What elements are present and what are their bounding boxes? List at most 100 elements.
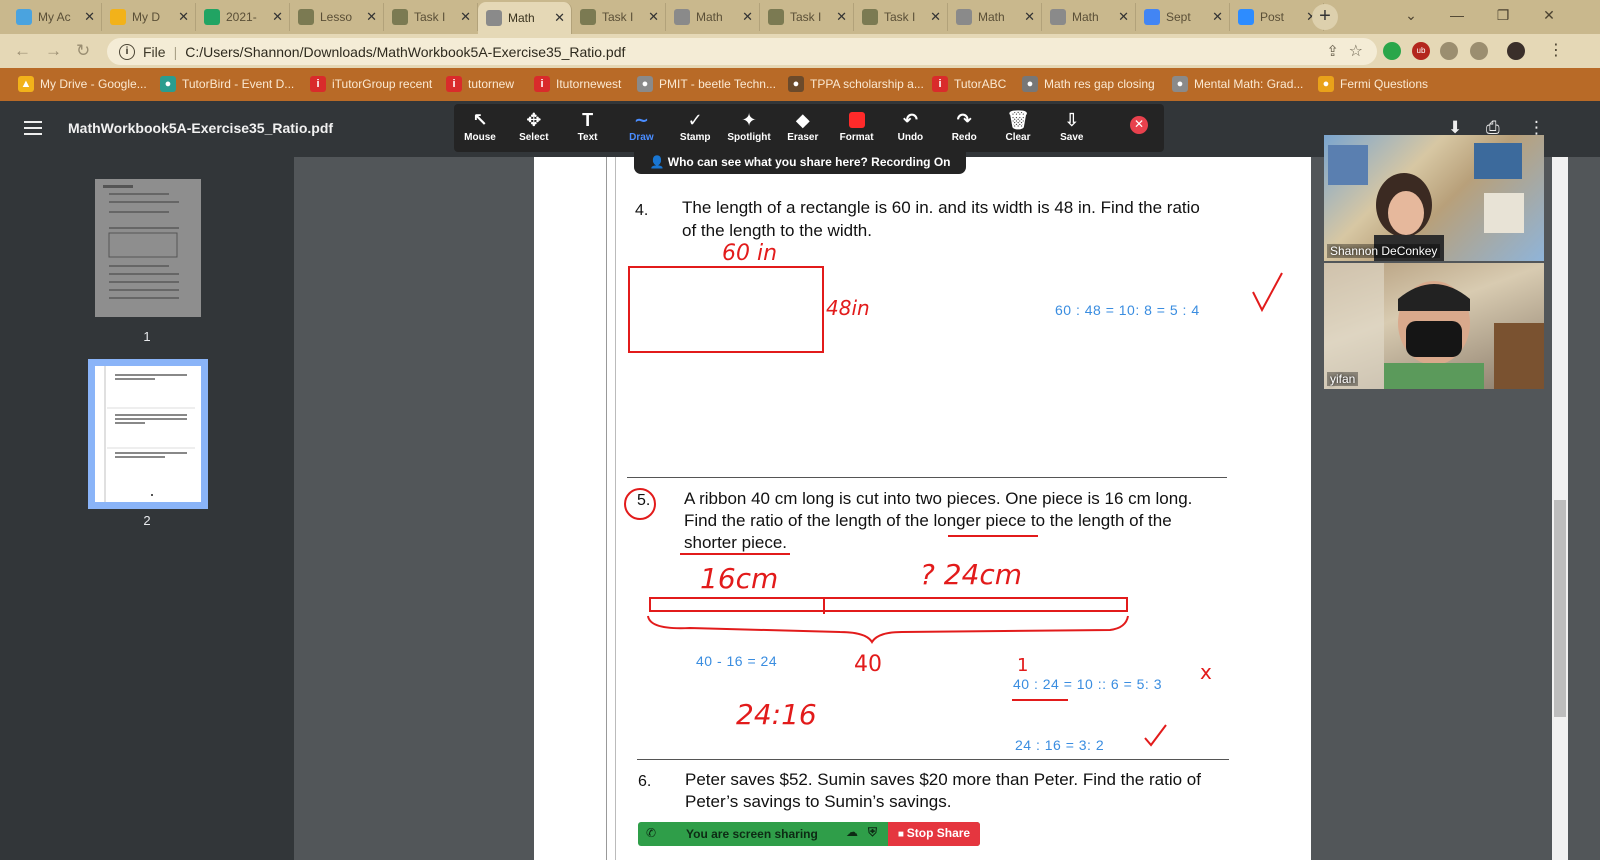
bookmark-item[interactable]: ● Mental Math: Grad... [1172,76,1303,92]
annotate-text-button[interactable]: T Text [561,108,615,143]
bookmark-item[interactable]: i tutornew [446,76,514,92]
question-4-line-2: of the length to the width. [682,221,872,240]
browser-tab[interactable]: Task I ✕ [384,3,478,31]
tab-label: Math [978,10,1005,24]
page-thumbnail-1[interactable] [95,179,201,317]
annotate-redo-button[interactable]: ↷ Redo [937,108,991,143]
underline-40 [1012,699,1068,701]
restore-button[interactable]: ❐ [1480,0,1526,32]
bookmark-item[interactable]: i iTutorGroup recent [310,76,432,92]
extension-icon-2[interactable] [1440,42,1458,60]
browser-tab[interactable]: Math ✕ [948,3,1042,31]
select-label: Select [519,132,549,143]
browser-tab[interactable]: Task I ✕ [760,3,854,31]
browser-tab[interactable]: My D ✕ [102,3,196,31]
tab-search-icon[interactable]: ⌄ [1388,0,1434,32]
share-visibility-text: Who can see what you share here? Recordi… [667,155,951,169]
tab-close-icon[interactable]: ✕ [84,9,95,25]
forward-icon[interactable]: → [45,41,62,61]
menu-icon[interactable] [24,121,42,135]
browser-tab[interactable]: My Ac ✕ [8,3,102,31]
browser-tab[interactable]: Task I ✕ [854,3,948,31]
annotate-eraser-button[interactable]: ◆ Eraser [776,108,830,143]
extension-icon[interactable] [1383,42,1401,60]
tab-close-icon[interactable]: ✕ [648,9,659,25]
tab-close-icon[interactable]: ✕ [1118,9,1129,25]
format-icon [830,108,884,132]
browser-tab[interactable]: Math ✕ [666,3,760,31]
tab-label: Task I [414,10,446,24]
browser-tab[interactable]: 2021- ✕ [196,3,290,31]
drawn-rectangle [628,266,824,353]
share-visibility-notice[interactable]: 👤 Who can see what you share here? Recor… [634,152,966,174]
bookmark-item[interactable]: ● Math res gap closing [1022,76,1155,92]
annotate-format-button[interactable]: Format [830,108,884,143]
draw-label: Draw [629,132,654,143]
page-thumbnail-2-selected[interactable] [88,359,208,509]
annotate-mouse-button[interactable]: ↖ Mouse [453,108,507,143]
annotate-clear-button[interactable]: 🗑 Clear [991,108,1045,143]
page-thumbnail-2[interactable] [95,366,201,502]
minimize-button[interactable]: — [1434,0,1480,32]
browser-tab[interactable]: Math ✕ [478,2,572,34]
annotate-save-button[interactable]: ⇩ Save [1045,108,1099,143]
stop-share-button[interactable]: ■ Stop Share [888,822,980,846]
tab-close-icon[interactable]: ✕ [1024,9,1035,25]
tab-favicon-icon [674,9,690,25]
browser-tab[interactable]: Math ✕ [1042,3,1136,31]
participant-video-1[interactable]: Shannon DeConkey [1324,135,1544,261]
bookmark-item[interactable]: ● TPPA scholarship a... [788,76,924,92]
bookmark-label: iTutorGroup recent [332,77,433,91]
back-icon[interactable]: ← [14,41,31,61]
clear-label: Clear [1005,132,1031,143]
tab-close-icon[interactable]: ✕ [742,9,753,25]
bookmark-item[interactable]: ● PMIT - beetle Techn... [637,76,776,92]
new-tab-button[interactable]: + [1312,4,1338,30]
page-scrollbar-thumb[interactable] [1554,500,1566,717]
browser-tab[interactable]: Lesso ✕ [290,3,384,31]
share-icon[interactable]: ⇪ [1326,42,1339,60]
format-label: Format [839,132,874,143]
annotate-stamp-button[interactable]: ✓ Stamp [668,108,722,143]
participant-video-2[interactable]: yifan [1324,263,1544,389]
profile-avatar[interactable] [1505,40,1527,62]
thumbnail-sidebar: 1 2 [0,157,294,860]
close-window-button[interactable]: ✕ [1526,0,1572,32]
draw-icon: ∼ [633,110,649,130]
browser-tab[interactable]: Task I ✕ [572,3,666,31]
url-text: C:/Users/Shannon/Downloads/MathWorkbook5… [185,43,626,60]
bookmark-item[interactable]: i TutorABC [932,76,1006,92]
bookmark-favicon-icon: ● [160,76,176,92]
tab-close-icon[interactable]: ✕ [1212,9,1223,25]
annotate-undo-button[interactable]: ↶ Undo [883,108,937,143]
tab-close-icon[interactable]: ✕ [272,9,283,25]
browser-tab[interactable]: Post✕ [1230,3,1324,31]
bookmark-item[interactable]: i Itutornewest [534,76,621,92]
annotate-select-button[interactable]: ✥ Select [507,108,561,143]
tab-close-icon[interactable]: ✕ [460,9,471,25]
question-4-answer: 60 : 48 = 10: 8 = 5 : 4 [1055,302,1200,318]
bookmark-item[interactable]: ● Fermi Questions [1318,76,1428,92]
tab-label: Math [1072,10,1099,24]
bookmark-item[interactable]: ▲ My Drive - Google... [18,76,147,92]
browser-menu-icon[interactable]: ⋮ [1548,40,1564,60]
ublock-icon[interactable]: ub [1412,42,1430,60]
close-annotation-icon[interactable]: ✕ [1130,116,1148,134]
redo-icon: ↷ [956,110,972,130]
annotate-draw-button[interactable]: ∼ Draw [614,108,668,143]
tab-close-icon[interactable]: ✕ [836,9,847,25]
tab-close-icon[interactable]: ✕ [554,10,565,26]
extensions-puzzle-icon[interactable] [1470,42,1488,60]
bookmark-item[interactable]: ● TutorBird - Event D... [160,76,294,92]
tab-close-icon[interactable]: ✕ [178,9,189,25]
bookmark-favicon-icon: ● [788,76,804,92]
bookmark-star-icon[interactable]: ☆ [1349,41,1363,61]
reload-icon[interactable]: ↻ [76,41,90,61]
annotate-spotlight-button[interactable]: ✦ Spotlight [722,108,776,143]
tab-favicon-icon [862,9,878,25]
tab-close-icon[interactable]: ✕ [930,9,941,25]
browser-tab[interactable]: Sept ✕ [1136,3,1230,31]
tab-close-icon[interactable]: ✕ [366,9,377,25]
address-bar[interactable]: i File | C:/Users/Shannon/Downloads/Math… [107,38,1377,65]
info-icon[interactable]: i [119,43,135,60]
